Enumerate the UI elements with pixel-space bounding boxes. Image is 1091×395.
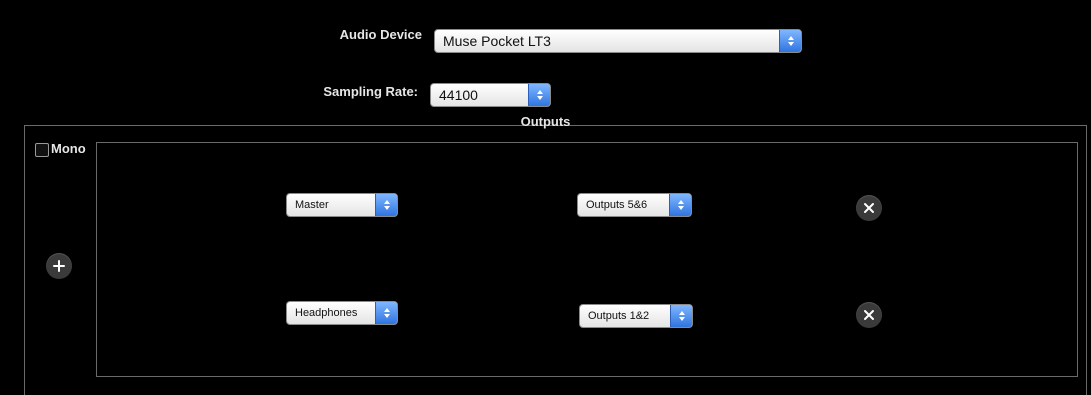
route-destination-select[interactable]: Outputs 1&2 bbox=[579, 304, 693, 328]
route-source-select[interactable]: Master bbox=[286, 193, 398, 217]
sampling-rate-select[interactable]: 44100 bbox=[430, 83, 551, 107]
remove-route-button[interactable] bbox=[856, 195, 882, 221]
up-down-arrows-icon[interactable] bbox=[375, 194, 397, 216]
audio-device-select[interactable]: Muse Pocket LT3 bbox=[434, 29, 802, 53]
up-down-arrows-icon[interactable] bbox=[670, 305, 692, 327]
plus-icon bbox=[53, 260, 65, 272]
audio-device-value: Muse Pocket LT3 bbox=[443, 33, 551, 49]
route-destination-select[interactable]: Outputs 5&6 bbox=[577, 193, 692, 217]
up-down-arrows-icon[interactable] bbox=[779, 30, 801, 52]
routing-list bbox=[96, 142, 1078, 377]
route-source-value: Master bbox=[295, 199, 329, 211]
up-down-arrows-icon[interactable] bbox=[375, 302, 397, 324]
route-destination-value: Outputs 1&2 bbox=[588, 310, 650, 322]
outputs-title: Outputs bbox=[520, 114, 571, 129]
mono-checkbox[interactable] bbox=[35, 143, 49, 157]
route-source-select[interactable]: Headphones bbox=[286, 301, 398, 325]
audio-settings-panel: Audio Device Muse Pocket LT3 Sampling Ra… bbox=[0, 0, 1091, 395]
audio-device-label: Audio Device bbox=[339, 27, 422, 42]
close-icon bbox=[864, 310, 874, 320]
remove-route-button[interactable] bbox=[856, 302, 882, 328]
up-down-arrows-icon[interactable] bbox=[528, 84, 550, 106]
sampling-rate-label: Sampling Rate: bbox=[323, 84, 418, 99]
sampling-rate-value: 44100 bbox=[439, 87, 478, 103]
add-route-button[interactable] bbox=[46, 253, 72, 279]
mono-label: Mono bbox=[51, 141, 86, 156]
close-icon bbox=[864, 203, 874, 213]
route-source-value: Headphones bbox=[295, 307, 358, 319]
up-down-arrows-icon[interactable] bbox=[669, 194, 691, 216]
route-destination-value: Outputs 5&6 bbox=[586, 199, 648, 211]
